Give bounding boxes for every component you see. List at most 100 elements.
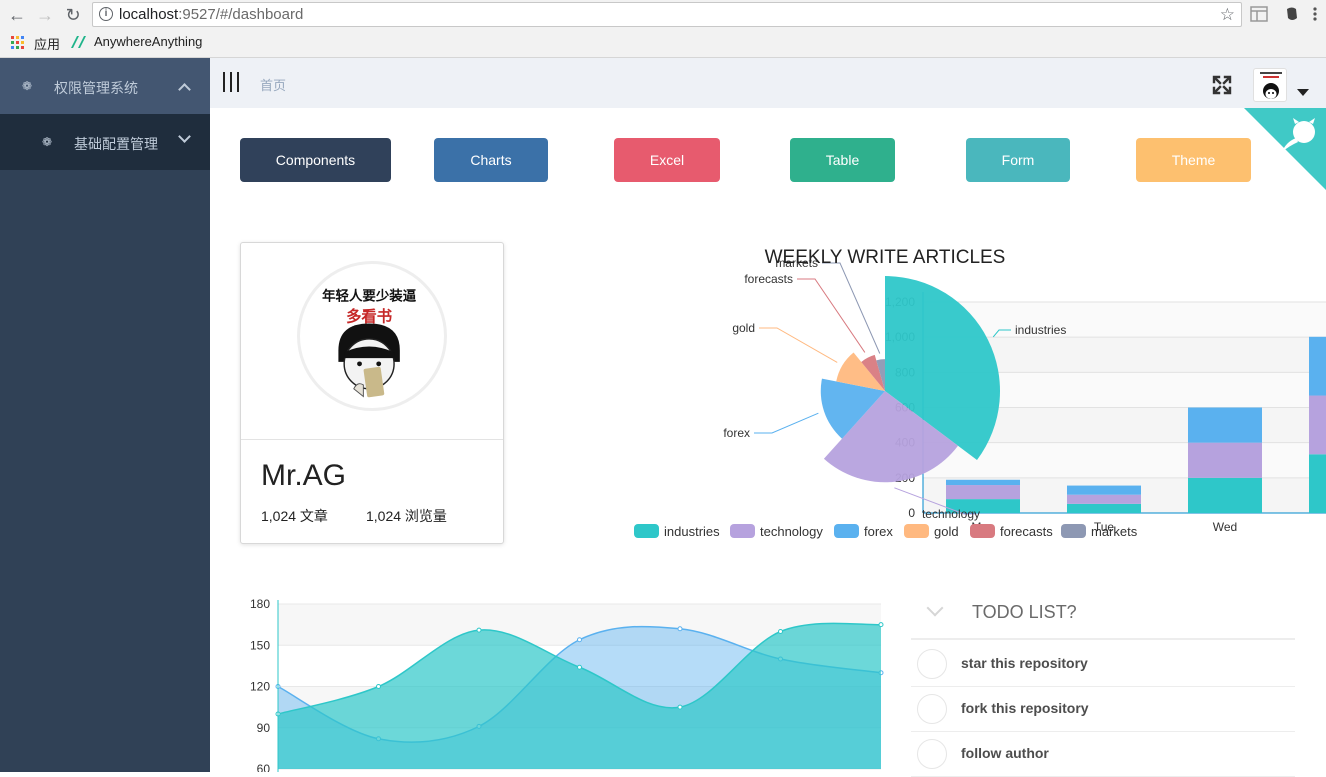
gear-icon: ❁ bbox=[22, 79, 33, 93]
legend-label: gold bbox=[934, 523, 959, 539]
todo-label: follow author bbox=[961, 745, 1049, 761]
forward-icon[interactable]: → bbox=[34, 4, 56, 26]
legend-item[interactable]: markets bbox=[1061, 522, 1137, 540]
github-corner-icon[interactable] bbox=[1244, 108, 1326, 190]
components-button[interactable]: Components bbox=[240, 138, 391, 182]
sidebar-item-permission[interactable]: ❁ 权限管理系统 bbox=[0, 58, 210, 114]
list-item[interactable]: fork this repository bbox=[911, 687, 1295, 732]
pie-label: industries bbox=[1015, 323, 1066, 337]
back-icon[interactable]: ← bbox=[6, 4, 28, 26]
bar-segment bbox=[1188, 442, 1262, 478]
url-text: localhost:9527/#/dashboard bbox=[119, 6, 304, 23]
legend-label: forecasts bbox=[1000, 523, 1053, 539]
data-point bbox=[376, 684, 381, 689]
avatar[interactable] bbox=[1253, 68, 1287, 102]
chart-title: WEEKLY WRITE ARTICLES bbox=[765, 247, 1006, 268]
info-icon[interactable]: i bbox=[99, 7, 113, 21]
bar-segment bbox=[1188, 407, 1262, 443]
extension-icon[interactable] bbox=[1250, 6, 1268, 22]
pie-label: forecasts bbox=[744, 272, 793, 286]
legend-label: technology bbox=[760, 523, 823, 539]
charts-button[interactable]: Charts bbox=[434, 138, 548, 182]
caret-down-icon[interactable] bbox=[1297, 89, 1309, 96]
hamburger-icon[interactable] bbox=[223, 72, 239, 92]
legend-item[interactable]: gold bbox=[904, 522, 959, 540]
legend-swatch bbox=[834, 524, 859, 538]
pie-label: technology bbox=[922, 507, 980, 521]
legend-label: markets bbox=[1091, 523, 1138, 539]
legend-item[interactable]: technology bbox=[730, 522, 823, 540]
y-tick-label: 0 bbox=[908, 506, 915, 520]
pie-label: gold bbox=[732, 321, 755, 335]
bookmark-anywhere[interactable]: AnywhereAnything bbox=[94, 34, 202, 49]
avatar-caption-1: 年轻人要少装逼 bbox=[322, 287, 417, 303]
list-item[interactable]: star this repository bbox=[911, 642, 1295, 687]
navbar: 首页 bbox=[210, 58, 1326, 108]
todo-checkbox[interactable] bbox=[917, 649, 947, 679]
y-tick-label: 90 bbox=[257, 721, 271, 735]
legend-swatch bbox=[1061, 524, 1086, 538]
toggle-all-icon[interactable] bbox=[926, 599, 944, 617]
table-button[interactable]: Table bbox=[790, 138, 895, 182]
legend-swatch bbox=[970, 524, 995, 538]
legend-swatch bbox=[904, 524, 929, 538]
bar-segment bbox=[1067, 485, 1141, 495]
todo-checkbox[interactable] bbox=[917, 694, 947, 724]
legend-label: industries bbox=[664, 523, 720, 539]
todo-title: TODO LIST? bbox=[972, 602, 1077, 622]
list-item[interactable]: follow author bbox=[911, 732, 1295, 777]
profile-card: 年轻人要少装逼 多看书 Mr.AG 1,024 文章 1,024 浏览量 bbox=[240, 242, 504, 544]
bookmark-star-icon[interactable]: ☆ bbox=[1220, 5, 1235, 25]
avatar-caption-2: 多看书 bbox=[346, 307, 393, 326]
sidebar-item-label: 基础配置管理 bbox=[74, 136, 158, 152]
chevron-up-icon bbox=[178, 83, 191, 96]
y-tick-label: 150 bbox=[250, 638, 270, 652]
bar-segment bbox=[946, 485, 1020, 500]
bar-segment bbox=[1188, 477, 1262, 513]
bar-segment bbox=[1309, 395, 1326, 455]
todo-checkbox[interactable] bbox=[917, 739, 947, 769]
todo-list: TODO LIST? star this repository fork thi… bbox=[911, 588, 1295, 777]
y-tick-label: 60 bbox=[257, 762, 271, 772]
fullscreen-icon[interactable] bbox=[1212, 75, 1232, 95]
bar-segment bbox=[1067, 503, 1141, 513]
pie-label-line bbox=[759, 327, 838, 363]
data-point bbox=[677, 626, 683, 632]
y-tick-label: 120 bbox=[250, 680, 270, 694]
y-tick-label: 180 bbox=[250, 597, 270, 611]
apps-icon[interactable] bbox=[11, 36, 24, 49]
legend-item[interactable]: forex bbox=[834, 522, 893, 540]
evernote-icon[interactable] bbox=[1283, 6, 1301, 22]
menu-dots-icon[interactable] bbox=[1306, 6, 1324, 22]
sidebar: ❁ 权限管理系统 ❁ 基础配置管理 bbox=[0, 58, 210, 772]
pie-label-line bbox=[754, 412, 819, 434]
bookmark-apps[interactable]: 应用 bbox=[34, 34, 60, 53]
reload-icon[interactable]: ↻ bbox=[62, 4, 84, 26]
legend-item[interactable]: industries bbox=[634, 522, 720, 540]
bar-segment bbox=[946, 479, 1020, 486]
data-point bbox=[778, 629, 783, 634]
legend-label: forex bbox=[864, 523, 893, 539]
profile-picture-area: 年轻人要少装逼 多看书 bbox=[241, 243, 503, 440]
data-point bbox=[476, 627, 482, 633]
chevron-down-icon bbox=[178, 130, 191, 143]
excel-button[interactable]: Excel bbox=[614, 138, 720, 182]
legend-swatch bbox=[634, 524, 659, 538]
todo-label: fork this repository bbox=[961, 700, 1089, 716]
form-button[interactable]: Form bbox=[966, 138, 1070, 182]
chart-legend: industries technology forex gold forecasts ma… bbox=[634, 522, 1194, 540]
address-bar[interactable]: i localhost:9527/#/dashboard ☆ bbox=[92, 2, 1242, 27]
view-count: 1,024 浏览量 bbox=[366, 508, 447, 524]
todo-header: TODO LIST? bbox=[911, 588, 1295, 640]
line-area-chart: 60 90 120 150 180 bbox=[250, 597, 884, 772]
bar-segment bbox=[1309, 336, 1326, 396]
pie-label-line bbox=[797, 278, 866, 353]
x-tick-label: Wed bbox=[1213, 520, 1237, 534]
data-point bbox=[878, 622, 884, 628]
breadcrumb[interactable]: 首页 bbox=[260, 75, 286, 94]
legend-item[interactable]: forecasts bbox=[970, 522, 1053, 540]
sidebar-item-config[interactable]: ❁ 基础配置管理 bbox=[0, 114, 210, 170]
sidebar-item-label: 权限管理系统 bbox=[54, 80, 138, 96]
data-point bbox=[677, 704, 683, 710]
theme-button[interactable]: Theme bbox=[1136, 138, 1251, 182]
